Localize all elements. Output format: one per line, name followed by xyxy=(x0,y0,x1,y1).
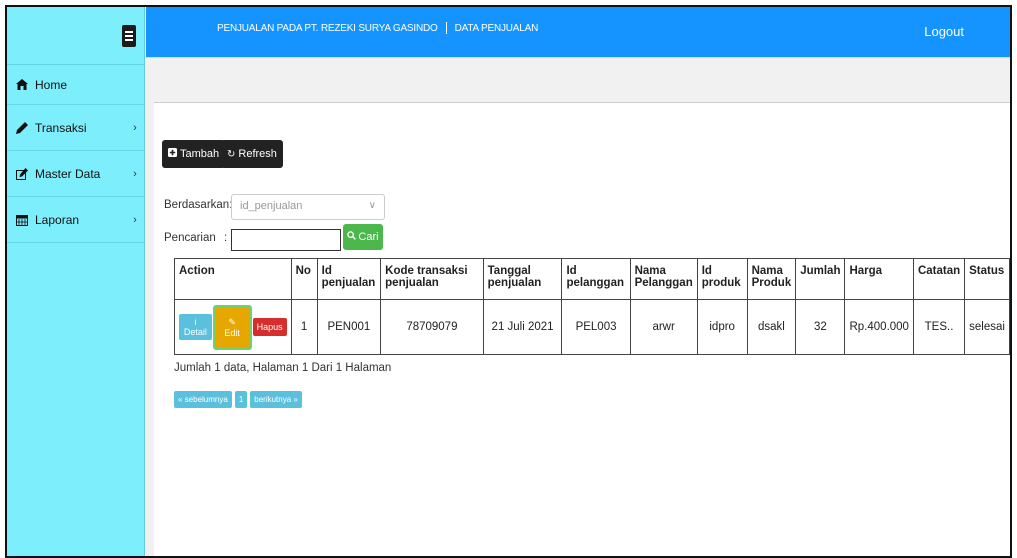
table-row: i Detail ✎ Edit Hapus 1 PEN001 78709079 … xyxy=(174,299,1010,355)
info-icon: i xyxy=(194,317,197,327)
column-header: No xyxy=(290,258,318,300)
sidebar-header xyxy=(7,7,144,65)
page-title: PENJUALAN PADA PT. REZEKI SURYA GASINDO … xyxy=(217,22,538,34)
cell-id-produk: idpro xyxy=(696,299,748,355)
cari-button[interactable]: Cari xyxy=(343,224,383,250)
action-cell: i Detail ✎ Edit Hapus xyxy=(174,299,292,355)
berdasarkan-label: Berdasarkan: xyxy=(164,199,233,211)
edit-button[interactable]: ✎ Edit xyxy=(212,304,252,350)
page-number-button[interactable]: 1 xyxy=(234,391,248,408)
pencarian-label: Pencarian xyxy=(164,232,216,244)
pagination-summary: Jumlah 1 data, Halaman 1 Dari 1 Halaman xyxy=(174,362,392,374)
tambah-label: Tambah xyxy=(180,148,220,160)
sidebar-item-label: Home xyxy=(35,77,68,92)
column-header: Id penjualan xyxy=(316,258,382,300)
refresh-label: Refresh xyxy=(238,148,277,160)
cell-nama-pelanggan: arwr xyxy=(629,299,698,355)
column-header: Catatan xyxy=(912,258,966,300)
detail-label: Detail xyxy=(183,327,207,337)
app-window: Home Transaksi › Master Data › Laporan ›… xyxy=(5,5,1012,558)
cari-label: Cari xyxy=(358,231,379,243)
column-header: Nama Produk xyxy=(746,258,797,300)
column-header: Id pelanggan xyxy=(561,258,631,300)
chevron-down-icon: ∨ xyxy=(368,200,376,211)
pencil-icon xyxy=(15,121,29,135)
table-header-row: Action No Id penjualan Kode transaksi pe… xyxy=(174,258,1010,300)
main-content: Tambah ↻ Refresh Berdasarkan: id_penjual… xyxy=(146,57,1010,556)
sidebar-menu: Home Transaksi › Master Data › Laporan › xyxy=(7,65,144,243)
select-value: id_penjualan xyxy=(240,200,303,212)
sales-table: Action No Id penjualan Kode transaksi pe… xyxy=(174,258,1010,355)
plus-square-icon xyxy=(168,148,177,160)
top-navbar: PENJUALAN PADA PT. REZEKI SURYA GASINDO … xyxy=(146,7,1010,57)
cell-jumlah: 32 xyxy=(795,299,846,355)
sidebar-item-laporan[interactable]: Laporan › xyxy=(7,197,144,243)
hapus-button[interactable]: Hapus xyxy=(252,318,287,336)
tambah-button[interactable]: Tambah xyxy=(162,140,226,168)
calendar-icon xyxy=(15,213,29,227)
refresh-button[interactable]: ↻ Refresh xyxy=(221,140,283,168)
cell-tanggal: 21 Juli 2021 xyxy=(482,299,563,355)
column-header: Action xyxy=(174,258,292,300)
logout-link[interactable]: Logout xyxy=(924,24,964,39)
sidebar-item-label: Laporan xyxy=(35,212,80,227)
edit-icon: ✎ xyxy=(228,316,236,327)
column-header: Id produk xyxy=(696,258,748,300)
sidebar-item-home[interactable]: Home xyxy=(7,65,144,105)
cell-harga: Rp.400.000 xyxy=(844,299,914,355)
sidebar-item-label: Master Data xyxy=(35,166,101,181)
pencarian-colon: : xyxy=(224,232,228,244)
column-header: Status xyxy=(964,258,1010,300)
next-page-button[interactable]: berikutnya » xyxy=(250,391,302,408)
chevron-right-icon: › xyxy=(133,167,137,180)
search-input[interactable] xyxy=(231,229,341,251)
filter-field-select[interactable]: id_penjualan ∨ xyxy=(231,194,385,220)
cell-id-pelanggan: PEL003 xyxy=(561,299,631,355)
app-title: PENJUALAN PADA PT. REZEKI SURYA GASINDO xyxy=(217,22,438,34)
column-header: Harga xyxy=(844,258,914,300)
refresh-icon: ↻ xyxy=(227,148,236,160)
cell-id-penjualan: PEN001 xyxy=(316,299,382,355)
column-header: Tanggal penjualan xyxy=(482,258,563,300)
cell-no: 1 xyxy=(290,299,318,355)
section-title: DATA PENJUALAN xyxy=(454,22,539,34)
column-header: Kode transaksi penjualan xyxy=(380,258,484,300)
cell-catatan: TES.. xyxy=(912,299,966,355)
prev-page-button[interactable]: « sebelumnya xyxy=(174,391,232,408)
edit-label: Edit xyxy=(224,327,240,338)
column-header: Jumlah xyxy=(795,258,846,300)
column-header: Nama Pelanggan xyxy=(629,258,698,300)
search-icon xyxy=(347,231,357,243)
chevron-right-icon: › xyxy=(133,121,137,134)
title-divider xyxy=(445,22,447,34)
edit-square-icon xyxy=(15,167,29,181)
data-panel: Tambah ↻ Refresh Berdasarkan: id_penjual… xyxy=(154,102,1010,556)
cell-status: selesai xyxy=(964,299,1010,355)
menu-toggle-icon[interactable] xyxy=(122,25,136,47)
sidebar-item-label: Transaksi xyxy=(35,120,87,135)
sidebar-item-transaksi[interactable]: Transaksi › xyxy=(7,105,144,151)
sidebar-item-master-data[interactable]: Master Data › xyxy=(7,151,144,197)
cell-nama-produk: dsakl xyxy=(746,299,797,355)
cell-kode: 78709079 xyxy=(380,299,484,355)
sidebar: Home Transaksi › Master Data › Laporan › xyxy=(7,7,145,556)
detail-button[interactable]: i Detail xyxy=(179,314,212,340)
home-icon xyxy=(15,78,29,92)
chevron-right-icon: › xyxy=(133,213,137,226)
pagination: « sebelumnya 1 berikutnya » xyxy=(174,391,302,408)
